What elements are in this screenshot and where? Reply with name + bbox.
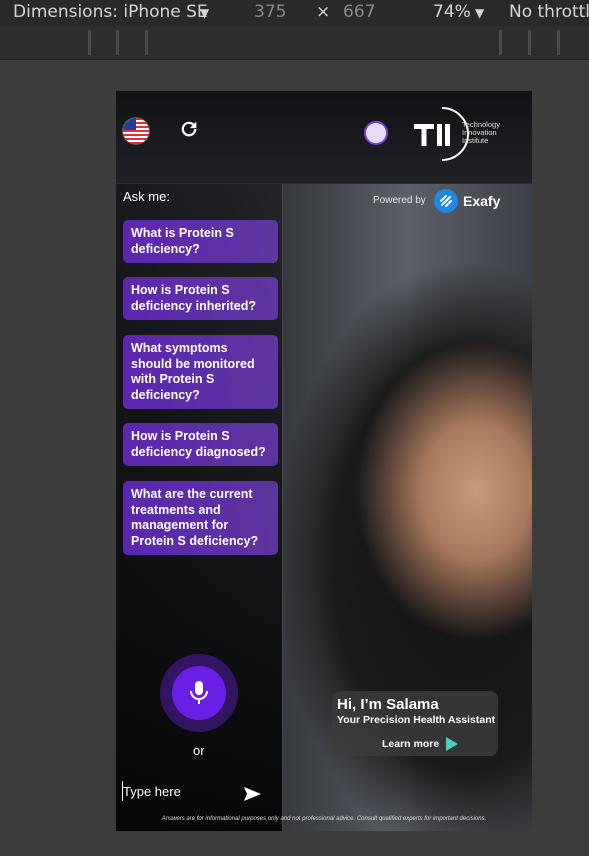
device-viewport: Technology Innovation Institute Ask me: …	[116, 91, 532, 831]
zoom-dropdown[interactable]: 74%	[433, 2, 471, 22]
us-flag-icon[interactable]	[123, 118, 149, 144]
or-separator: or	[193, 743, 205, 758]
app-header: Technology Innovation Institute	[116, 91, 532, 184]
suggested-question[interactable]: How is Protein S deficiency diagnosed?	[123, 423, 278, 466]
play-arrow-icon[interactable]	[444, 737, 458, 751]
exafy-logo-icon	[434, 189, 458, 213]
height-field[interactable]: 667	[343, 2, 375, 22]
throttle-dropdown[interactable]: No throttl	[509, 2, 589, 22]
suggested-question[interactable]: How is Protein S deficiency inherited?	[123, 277, 278, 320]
dimension-times-icon: ×	[316, 2, 331, 22]
media-query-ruler	[0, 26, 589, 60]
chevron-down-icon[interactable]: ▼	[200, 6, 209, 20]
powered-by-label: Powered by	[373, 195, 426, 206]
voice-input-button[interactable]	[160, 654, 238, 732]
device-dimensions-dropdown[interactable]: Dimensions: iPhone SE	[13, 2, 208, 22]
chevron-down-icon[interactable]: ▼	[475, 6, 484, 20]
width-field[interactable]: 375	[254, 2, 286, 22]
learn-more-link[interactable]: Learn more	[382, 738, 439, 750]
exafy-brand: Exafy	[463, 193, 501, 209]
disclaimer-text: Answers are for informational purposes o…	[161, 816, 487, 822]
assistant-greeting: Hi, I’m Salama	[337, 696, 439, 713]
ask-me-label: Ask me:	[123, 189, 170, 204]
panel-divider	[282, 91, 283, 831]
suggested-question[interactable]: What symptoms should be monitored with P…	[123, 335, 278, 409]
assistant-intro-card: Hi, I’m Salama Your Precision Health Ass…	[332, 691, 498, 756]
suggested-question[interactable]: What are the current treatments and mana…	[123, 481, 278, 555]
message-input[interactable]	[122, 781, 233, 801]
assistant-subtitle: Your Precision Health Assistant	[337, 714, 496, 726]
microphone-icon	[190, 681, 208, 704]
tii-wordmark: Technology Innovation Institute	[462, 120, 500, 145]
mic-button-core[interactable]	[172, 666, 226, 720]
user-avatar-icon[interactable]	[364, 121, 388, 145]
refresh-icon[interactable]	[178, 118, 200, 140]
devtools-toolbar: Dimensions: iPhone SE ▼ 375 × 667 74% ▼ …	[0, 0, 589, 26]
suggested-question[interactable]: What is Protein S deficiency?	[123, 220, 278, 263]
send-icon[interactable]	[244, 787, 261, 801]
